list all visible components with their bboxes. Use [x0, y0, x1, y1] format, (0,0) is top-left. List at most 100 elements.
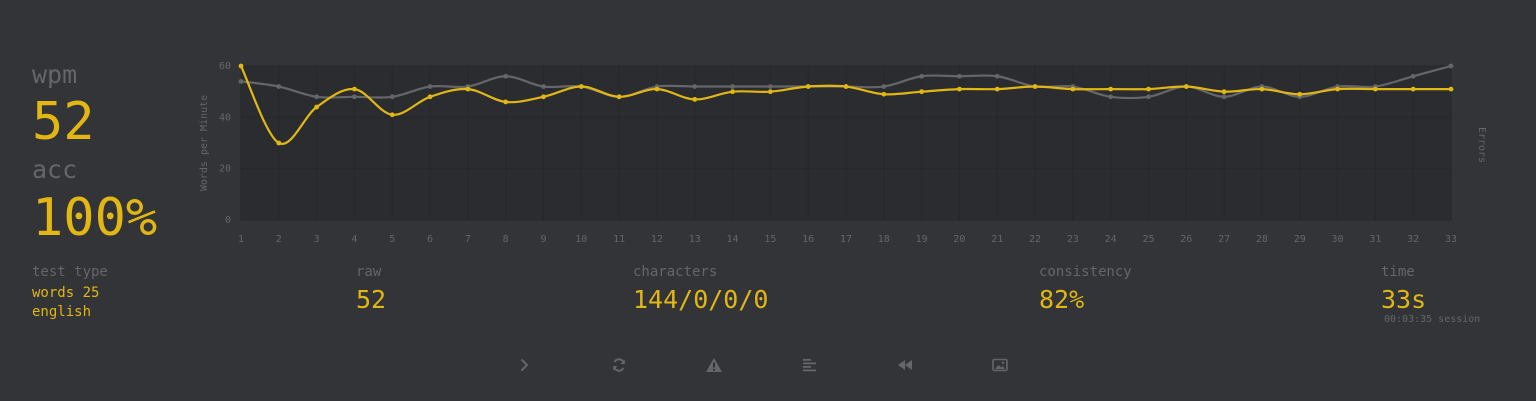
data-point-wpm — [427, 94, 433, 100]
x-tick-label: 1 — [238, 234, 244, 245]
data-point-wpm — [238, 63, 244, 69]
data-point-wpm — [1221, 89, 1227, 95]
data-point-raw — [276, 84, 282, 89]
x-tick-label: 26 — [1180, 234, 1192, 245]
data-point-wpm — [919, 89, 925, 95]
x-tick-label: 21 — [991, 234, 1003, 245]
data-point-raw — [314, 94, 320, 100]
data-point-raw — [1448, 63, 1454, 69]
data-point-wpm — [1448, 86, 1454, 92]
x-tick-label: 29 — [1294, 234, 1306, 245]
x-tick-label: 7 — [465, 234, 471, 245]
y-axis-label: Words per Minute — [199, 95, 210, 191]
time-label: time — [1381, 264, 1415, 280]
x-tick-label: 6 — [427, 234, 433, 245]
data-point-wpm — [994, 86, 1000, 92]
data-point-raw — [767, 84, 773, 89]
align-left-icon — [803, 359, 816, 372]
x-tick-label: 5 — [389, 234, 395, 245]
time-value: 33s — [1381, 285, 1427, 314]
x-tick-label: 19 — [916, 234, 928, 245]
data-point-wpm — [1335, 86, 1340, 92]
x-tick-label: 30 — [1332, 234, 1344, 245]
test-type-mode: words 25 — [32, 285, 100, 301]
data-point-wpm — [1108, 86, 1114, 92]
words-history-button[interactable] — [797, 354, 823, 376]
save-screenshot-button[interactable] — [987, 354, 1013, 376]
chevron-right-icon — [521, 359, 528, 371]
report-issue-button[interactable] — [701, 354, 727, 376]
session-time: 00:03:35 session — [1384, 314, 1481, 325]
data-point-raw — [692, 84, 698, 89]
x-tick-label: 16 — [802, 234, 814, 245]
x-tick-label: 8 — [503, 234, 509, 245]
x-tick-label: 24 — [1105, 234, 1117, 245]
data-point-raw — [994, 73, 1000, 79]
refresh-icon — [613, 358, 625, 372]
data-point-wpm — [389, 112, 395, 118]
x-tick-label: 31 — [1369, 234, 1381, 245]
data-point-raw — [352, 94, 357, 100]
data-point-raw — [881, 84, 887, 89]
data-point-raw — [541, 84, 546, 89]
characters-label: characters — [633, 264, 718, 280]
consistency-value: 82% — [1039, 285, 1085, 314]
data-point-wpm — [541, 94, 546, 100]
x-tick-label: 23 — [1067, 234, 1079, 245]
test-type-language: english — [32, 304, 92, 320]
test-type-label: test type — [32, 264, 108, 280]
x-tick-label: 18 — [878, 234, 890, 245]
data-point-wpm — [1183, 84, 1189, 89]
y-tick-label: 20 — [219, 164, 231, 175]
data-point-wpm — [957, 86, 962, 92]
data-point-wpm — [1032, 84, 1038, 89]
x-tick-label: 9 — [540, 234, 546, 245]
x-tick-label: 15 — [764, 234, 776, 245]
data-point-wpm — [730, 89, 735, 95]
data-point-wpm — [352, 86, 357, 92]
data-point-wpm — [767, 89, 773, 95]
warning-icon — [706, 358, 722, 372]
y-tick-label: 40 — [219, 112, 231, 123]
x-tick-label: 27 — [1218, 234, 1230, 245]
x-tick-label: 3 — [314, 234, 320, 245]
x-tick-label: 10 — [575, 234, 587, 245]
x-tick-label: 2 — [276, 234, 282, 245]
x-tick-label: 33 — [1445, 234, 1457, 245]
data-point-raw — [427, 84, 433, 89]
replay-button[interactable] — [892, 354, 918, 376]
x-tick-label: 28 — [1256, 234, 1268, 245]
data-point-wpm — [465, 86, 471, 92]
data-point-wpm — [314, 104, 320, 110]
result-screen: wpm 52 acc 100% 0 20 40 60 1 2 3 4 5 6 7 8 9 10 11 12 13… — [0, 0, 1536, 401]
data-point-raw — [389, 94, 395, 100]
x-tick-label: 32 — [1407, 234, 1419, 245]
data-point-raw — [1146, 94, 1151, 100]
data-point-wpm — [1410, 86, 1416, 92]
y-tick-label: 60 — [219, 61, 231, 72]
data-point-wpm — [1372, 86, 1378, 92]
x-tick-label: 20 — [953, 234, 965, 245]
data-point-wpm — [1297, 91, 1303, 97]
x-tick-label: 22 — [1029, 234, 1041, 245]
repeat-test-button[interactable] — [606, 354, 632, 376]
x-tick-label: 17 — [840, 234, 852, 245]
data-point-wpm — [1146, 86, 1151, 92]
data-point-wpm — [1259, 86, 1265, 92]
y2-axis-label: Errors — [1476, 127, 1487, 163]
x-tick-label: 25 — [1142, 234, 1154, 245]
data-point-wpm — [503, 99, 509, 105]
data-point-raw — [1221, 94, 1227, 100]
data-point-raw — [957, 73, 962, 79]
data-point-wpm — [881, 91, 887, 97]
backward-icon — [898, 360, 912, 370]
data-point-raw — [238, 79, 244, 84]
x-tick-label: 12 — [651, 234, 663, 245]
image-icon — [992, 358, 1008, 372]
next-test-button[interactable] — [511, 354, 537, 376]
data-point-wpm — [654, 86, 660, 92]
data-point-raw — [1410, 73, 1416, 79]
data-point-raw — [1108, 94, 1114, 100]
data-point-raw — [919, 73, 925, 79]
x-tick-label: 13 — [689, 234, 701, 245]
